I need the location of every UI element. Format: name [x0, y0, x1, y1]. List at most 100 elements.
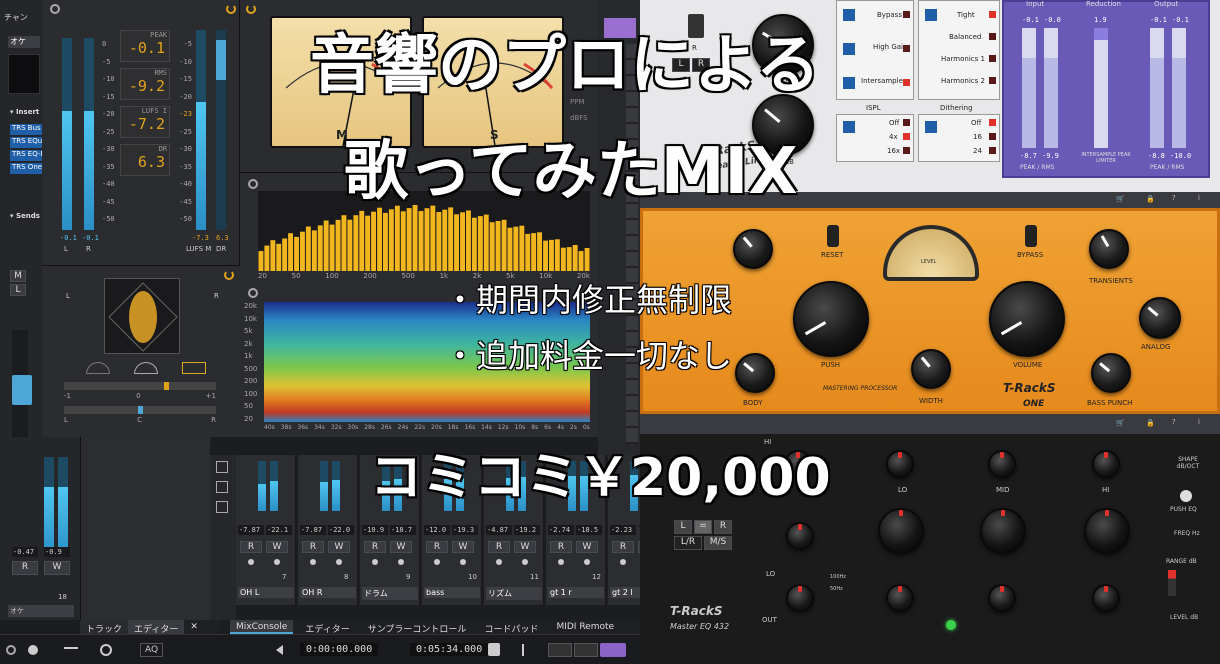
channel-volume[interactable]: -10.9 — [362, 525, 388, 535]
close-icon[interactable]: ✕ — [184, 620, 204, 634]
help-icon[interactable]: ? — [1172, 194, 1176, 202]
prev-marker-icon[interactable] — [522, 644, 534, 656]
forward-icon[interactable] — [574, 643, 598, 657]
channel-name[interactable]: リズム — [486, 587, 542, 600]
channel-volume[interactable]: -12.0 — [424, 525, 450, 535]
right-locator-time[interactable]: 0:05:34.000 — [410, 643, 489, 656]
goniometer-mode-icons[interactable] — [86, 362, 206, 376]
insert-slot[interactable]: TRS Bus C — [10, 124, 42, 135]
dbfs-button[interactable]: dBFS — [570, 114, 588, 122]
hi-band-gain-knob[interactable] — [1084, 508, 1130, 554]
channel-dot[interactable] — [620, 559, 626, 565]
lock-icon[interactable]: 🔒 — [1146, 195, 1155, 203]
channel-dot[interactable] — [460, 559, 466, 565]
toolbar-icon[interactable] — [216, 461, 228, 473]
read-button[interactable]: R — [550, 541, 572, 553]
lo-band-bottom-knob[interactable] — [886, 584, 914, 612]
rewind-icon[interactable] — [548, 643, 572, 657]
transients-knob[interactable] — [1089, 229, 1129, 269]
help-icon[interactable]: ? — [1172, 418, 1176, 426]
info-icon[interactable]: i — [1198, 194, 1200, 202]
ispl-toggle[interactable] — [843, 121, 855, 133]
tab-midi-remote[interactable]: MIDI Remote — [550, 620, 620, 634]
high-gain-toggle[interactable] — [843, 43, 855, 55]
channel-dot[interactable] — [372, 559, 378, 565]
left-locator-time[interactable]: 0:00:00.000 — [300, 643, 379, 656]
channel-pan[interactable]: -19.2 — [514, 525, 540, 535]
inserts-header[interactable]: ▾ Insert — [10, 108, 39, 116]
dither-toggle[interactable] — [925, 121, 937, 133]
tab-chord-pads[interactable]: コードパッド — [478, 620, 544, 635]
channel-volume[interactable]: -7.87 — [300, 525, 326, 535]
volume-knob[interactable] — [989, 281, 1065, 357]
read-button[interactable]: R — [612, 541, 634, 553]
read-button[interactable]: R — [302, 541, 324, 553]
hi-cut-knob[interactable] — [786, 522, 814, 550]
channel-dot[interactable] — [584, 559, 590, 565]
knob-top-left[interactable] — [733, 229, 773, 269]
toolbar-icon[interactable] — [216, 501, 228, 513]
eq-l-button[interactable]: L — [674, 520, 692, 534]
eq-lr-mode-button[interactable]: L/R — [674, 536, 702, 550]
read-button[interactable]: R — [364, 541, 386, 553]
channel-name[interactable]: ドラム — [362, 587, 418, 600]
insert-slot[interactable]: TRS One — [10, 163, 42, 174]
channel-pan[interactable]: -19.3 — [452, 525, 478, 535]
tab-track[interactable]: トラック — [80, 620, 129, 635]
info-icon[interactable]: i — [1198, 418, 1200, 426]
push-knob[interactable] — [793, 281, 869, 357]
channel-name[interactable]: bass — [424, 587, 480, 598]
write-button[interactable]: W — [44, 561, 70, 575]
settings-icon[interactable] — [6, 645, 16, 655]
eq-ms-mode-button[interactable]: M/S — [704, 536, 732, 550]
tab-editor-left[interactable]: エディター — [128, 620, 185, 635]
channel-dot[interactable] — [310, 559, 316, 565]
channel-volume[interactable]: -2.23 — [610, 525, 636, 535]
sends-header[interactable]: ▾ Sends — [10, 212, 40, 220]
mid-band-gain-knob[interactable] — [980, 508, 1026, 554]
read-button[interactable]: R — [488, 541, 510, 553]
channel-pan[interactable]: -22.0 — [328, 525, 354, 535]
channel-name[interactable]: gt 1 r — [548, 587, 604, 598]
channel-dot[interactable] — [434, 559, 440, 565]
click-icon[interactable] — [100, 644, 112, 656]
cart-icon[interactable]: 🛒 — [1116, 195, 1125, 203]
power-icon[interactable] — [226, 4, 236, 14]
lo-cut-knob[interactable] — [786, 584, 814, 612]
write-button[interactable]: W — [514, 541, 536, 553]
hi-band-bottom-knob[interactable] — [1092, 584, 1120, 612]
eq-r-button[interactable]: R — [714, 520, 732, 534]
lo-band-top-knob[interactable] — [886, 450, 914, 478]
channel-volume[interactable]: -4.87 — [486, 525, 512, 535]
cart-icon[interactable]: 🛒 — [1116, 419, 1125, 427]
record-mode-icon[interactable] — [28, 645, 38, 655]
read-button[interactable]: R — [240, 541, 262, 553]
bottom-track-name[interactable]: オケ — [8, 605, 74, 617]
strip-pan-value[interactable]: -0.9 — [44, 547, 70, 557]
strip-fader-cap[interactable] — [12, 375, 32, 405]
channel-pan[interactable]: -22.1 — [266, 525, 292, 535]
read-button[interactable]: R — [12, 561, 38, 575]
power-icon[interactable] — [246, 4, 256, 14]
tab-mixconsole[interactable]: MixConsole — [230, 620, 294, 634]
intersample-toggle[interactable] — [843, 77, 855, 89]
gear-icon[interactable] — [248, 288, 258, 298]
power-led[interactable] — [946, 620, 956, 630]
channel-pan[interactable]: -18.7 — [390, 525, 416, 535]
bass-punch-knob[interactable] — [1091, 353, 1131, 393]
mode-toggle[interactable] — [925, 9, 937, 21]
channel-dot[interactable] — [522, 559, 528, 565]
locate-left-icon[interactable] — [276, 645, 283, 655]
channel-dot[interactable] — [336, 559, 342, 565]
channel-dot[interactable] — [248, 559, 254, 565]
toolbar-icon[interactable] — [216, 481, 228, 493]
channel-dot[interactable] — [398, 559, 404, 565]
track-name-field[interactable]: オケ — [8, 36, 40, 48]
insert-slot[interactable]: TRS EQua — [10, 137, 42, 148]
bypass-toggle[interactable] — [843, 9, 855, 21]
reset-switch[interactable] — [827, 225, 839, 247]
write-button[interactable]: W — [266, 541, 288, 553]
write-button[interactable]: W — [452, 541, 474, 553]
cycle-button[interactable] — [600, 643, 626, 657]
listen-button[interactable]: L — [10, 284, 26, 296]
